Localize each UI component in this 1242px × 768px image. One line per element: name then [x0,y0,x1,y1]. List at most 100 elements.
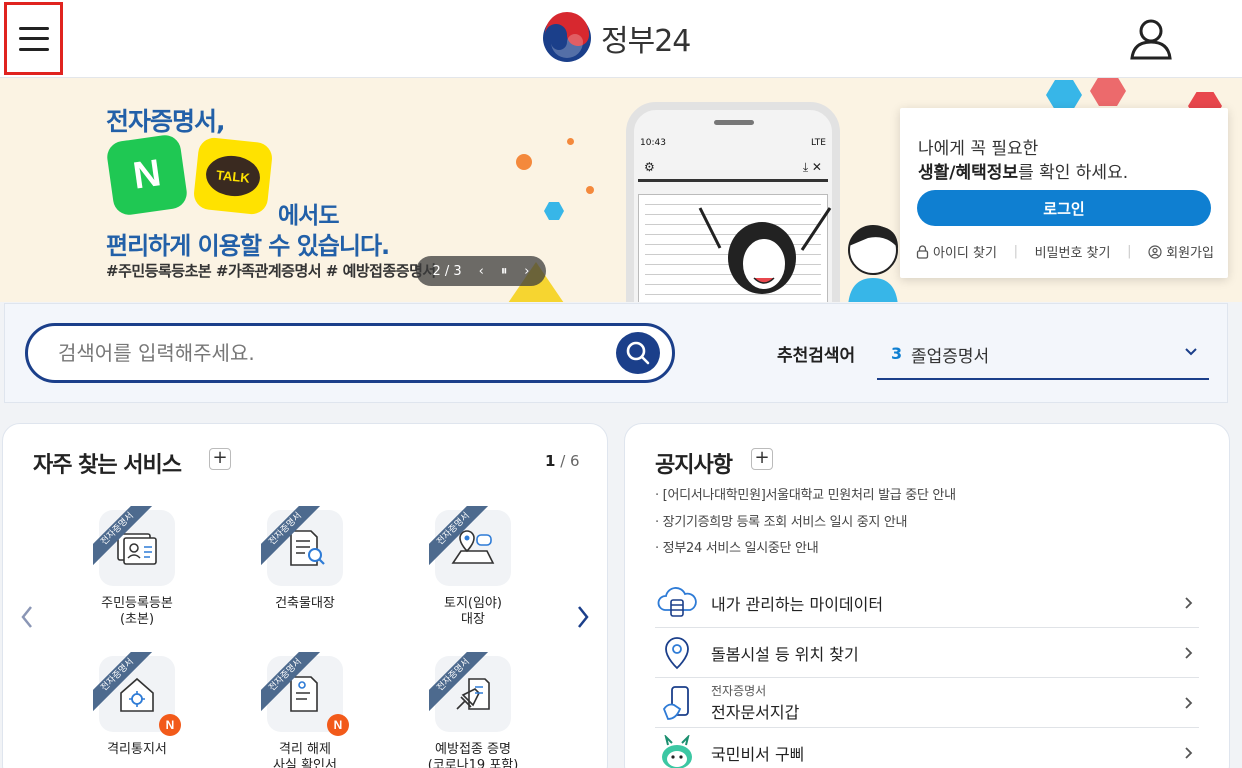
slide-counter: 2 / 3 [432,263,462,279]
service-item[interactable]: 전자증명서 예방접종 증명 (코로나19 포함) [403,652,543,768]
phone-network: LTE [811,138,826,148]
notice-list: [어디서나대학민원]서울대학교 민원처리 발급 중단 안내 장기기증희망 등록 … [655,484,956,564]
pager-total: / 6 [555,452,580,470]
service-item[interactable]: 전자증명서 주민등록등본 (초본) [67,506,207,628]
user-icon[interactable] [1128,18,1174,60]
menu-row-label: 돌봄시설 등 위치 찾기 [711,644,859,664]
service-label: 예방접종 증명 (코로나19 포함) [427,742,519,768]
cloud-data-icon [657,586,697,617]
login-prompt-emphasis: 생활/혜택정보 [918,163,1019,183]
e-certificate-ribbon: 전자증명서 [429,652,489,712]
chevron-right-icon[interactable]: › [524,264,529,279]
notice-title: 공지사항 [655,453,733,478]
mobile-wallet-icon [662,685,689,720]
login-prompt-line2: 생활/혜택정보를 확인 하세요. [918,158,1128,183]
recommended-search-dropdown[interactable]: 3 졸업증명서 [877,332,1209,380]
phone-notch [714,120,754,125]
service-item[interactable]: 전자증명서 N 격리 해제 사실 확인서 [235,652,375,768]
menu-row-wallet[interactable]: 전자증명서 전자문서지갑 [655,678,1199,728]
search-input[interactable] [58,336,598,370]
frequent-services-panel: 자주 찾는 서비스 + 1 / 6 전자증명서 주민등록등본 (초본) 전자증명… [2,423,608,768]
man-illustration [848,225,898,302]
kakaotalk-label: TALK [204,153,262,199]
chevron-down-icon [1185,348,1197,356]
signup-label: 회원가입 [1166,246,1214,261]
chevron-left-icon[interactable] [19,604,35,630]
slide-controls: 2 / 3 ‹ ⏸ › [416,256,546,286]
chevron-right-icon [1185,646,1193,659]
frequent-services-more-button[interactable]: + [209,448,231,470]
header: 정부24 [0,0,1242,78]
e-certificate-ribbon: 전자증명서 [261,506,321,566]
menu-row-sublabel: 전자증명서 [711,684,767,698]
logo[interactable]: 정부24 [541,12,691,64]
banner-title: 전자증명서, [106,107,225,136]
download-icon: ⤓ ✕ [802,160,822,174]
decor-hex [1046,80,1082,110]
find-password-link[interactable]: 비밀번호 찾기 [1035,242,1111,261]
login-button[interactable]: 로그인 [917,190,1211,226]
search-icon [626,341,650,365]
notice-item[interactable]: 정부24 서비스 일시중단 안내 [655,537,956,564]
service-item[interactable]: 전자증명서 N 격리통지서 [67,652,207,758]
lock-icon [916,244,929,259]
service-icon-box: 전자증명서 [93,506,175,586]
menu-row-mydata[interactable]: 내가 관리하는 마이데이터 [655,578,1199,628]
banner-tags: #주민등록등초본 #가족관계증명서 # 예방접종증명서 [106,262,436,280]
menu-row-assistant[interactable]: 국민비서 구삐 [655,728,1199,768]
service-icon-box: 전자증명서 N [261,652,349,736]
pause-icon[interactable]: ⏸ [501,264,508,279]
hamburger-icon [18,26,49,51]
service-label: 건축물대장 [275,596,335,611]
search-button[interactable] [616,332,660,374]
signup-link[interactable]: 회원가입 [1148,242,1214,261]
service-item[interactable]: 전자증명서 토지(임야) 대장 [403,506,543,628]
e-certificate-ribbon: 전자증명서 [429,506,489,566]
service-label: 격리통지서 [107,742,167,757]
chevron-left-icon[interactable]: ‹ [479,264,484,279]
new-badge: N [159,714,181,736]
search-box [25,323,675,383]
menu-row-label: 내가 관리하는 마이데이터 [711,594,884,614]
chevron-right-icon[interactable] [575,604,591,630]
notice-item[interactable]: 장기기증희망 등록 조회 서비스 일시 중지 안내 [655,511,956,538]
phone-time: 10:43 [640,138,666,148]
decor-dot [586,186,594,194]
decor-hex [544,202,564,220]
e-certificate-ribbon: 전자증명서 [261,652,321,712]
find-id-label: 아이디 찾기 [933,246,997,261]
phone-status-bar: 10:43 LTE [640,138,826,148]
service-icon-box: 전자증명서 N [93,652,181,736]
banner-subtitle: 에서도 [278,203,339,229]
gear-icon: ⚙ [644,160,655,174]
recommended-search-label: 추천검색어 [777,346,856,366]
taegeuk-logo-icon [543,12,591,62]
recommended-term: 졸업증명서 [911,347,990,367]
service-item[interactable]: 전자증명서 건축물대장 [235,506,375,612]
login-links: 아이디 찾기 | 비밀번호 찾기 | 회원가입 [916,242,1214,261]
naver-icon: N [105,133,189,217]
frequent-services-title: 자주 찾는 서비스 [33,453,182,478]
login-prompt-rest: 를 확인 하세요. [1018,163,1129,183]
notice-more-button[interactable]: + [751,448,773,470]
menu-row-location[interactable]: 돌봄시설 등 위치 찾기 [655,628,1199,678]
woman-illustration [698,207,832,294]
banner-headline: 편리하게 이용할 수 있습니다. [106,232,390,260]
login-popup: 나에게 꼭 필요한 생활/혜택정보를 확인 하세요. 로그인 아이디 찾기 | … [900,108,1228,278]
find-id-link[interactable]: 아이디 찾기 [916,242,997,261]
phone-toolbar: ⚙ ⤓ ✕ [638,160,828,182]
login-prompt-line1: 나에게 꼭 필요한 [918,139,1039,159]
service-label: 격리 해제 사실 확인서 [273,742,337,768]
page: 정부24 전자증명서, N TALK 에서도 편리하게 이용할 수 있습니다. … [0,0,1242,768]
divider: | [1013,244,1018,259]
e-certificate-ribbon: 전자증명서 [93,506,153,566]
notice-panel: 공지사항 + [어디서나대학민원]서울대학교 민원처리 발급 중단 안내 장기기… [624,423,1230,768]
chevron-right-icon [1185,696,1193,709]
chevron-right-icon [1185,747,1193,759]
recommended-rank: 3 [891,344,903,363]
notice-item[interactable]: [어디서나대학민원]서울대학교 민원처리 발급 중단 안내 [655,484,956,511]
decor-dot [516,154,532,170]
menu-button[interactable] [4,2,63,75]
divider: | [1127,244,1132,259]
services-pager: 1 / 6 [545,452,580,470]
